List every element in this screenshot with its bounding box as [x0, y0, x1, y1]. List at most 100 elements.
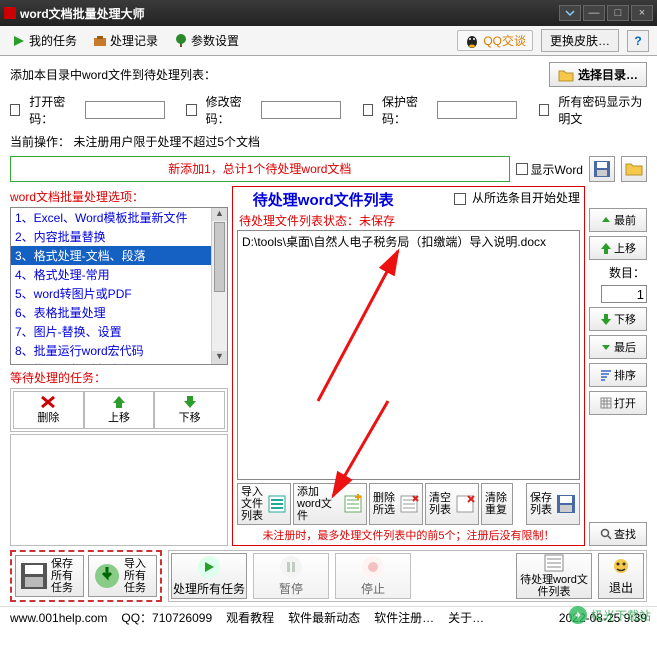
choose-dir-button[interactable]: 选择目录… [549, 62, 647, 87]
sort-icon [600, 369, 612, 381]
move-top-button[interactable]: 最前 [589, 208, 647, 232]
tab-settings[interactable]: 参数设置 [170, 30, 243, 51]
current-op-row: 当前操作： 未注册用户限于处理不超过5个文档 [0, 131, 657, 156]
import-all-tasks-button[interactable]: 导入所有任务 [88, 555, 157, 597]
help-button[interactable]: ? [627, 30, 649, 52]
down-arrow-icon [183, 395, 197, 409]
add-dir-row: 添加本目录中word文件到待处理列表： 选择目录… [0, 56, 657, 91]
titlebar: word文档批量处理大师 — □ × [0, 0, 657, 26]
wait-delete-button[interactable]: 删除 [13, 391, 84, 429]
footer-qq: QQ：710726099 [121, 609, 212, 626]
from-start-label: 从所选条目开始处理 [472, 191, 580, 205]
option-item[interactable]: 7、图片-替换、设置 [11, 322, 227, 341]
skin-button[interactable]: 更换皮肤… [541, 29, 619, 52]
minimize-button[interactable]: — [583, 5, 605, 21]
close-button[interactable]: × [631, 5, 653, 21]
delete-selected-button[interactable]: 删除所选 [369, 483, 423, 525]
folder-open-icon [625, 161, 643, 177]
qq-chat-button[interactable]: QQ交谈 [457, 30, 533, 51]
qq-icon [464, 33, 480, 49]
search-icon [600, 528, 612, 540]
option-item[interactable]: 6、表格批量处理 [11, 303, 227, 322]
dedup-button[interactable]: 清除重复 [481, 483, 513, 525]
bottom-row: 保存所有任务 导入所有任务 处理所有任务 暂停 停止 待处理word文件列表 退… [0, 546, 657, 606]
x-icon [40, 395, 56, 409]
option-item[interactable]: 5、word转图片或PDF [11, 284, 227, 303]
show-word-label: 显示Word [531, 161, 583, 178]
option-item[interactable]: 9、批量脱版/随机文字 [11, 360, 227, 365]
file-item[interactable]: D:\tools\桌面\自然人电子税务局（扣缴端）导入说明.docx [242, 233, 575, 250]
modify-pwd-input[interactable] [261, 101, 341, 119]
scroll-up-icon[interactable]: ▲ [212, 208, 227, 221]
footer-url[interactable]: www.001help.com [10, 611, 107, 625]
tab-my-tasks[interactable]: 我的任务 [8, 30, 81, 51]
open-button[interactable]: 打开 [589, 391, 647, 415]
wait-up-button[interactable]: 上移 [84, 391, 155, 429]
clear-list-button[interactable]: 清空列表 [425, 483, 479, 525]
waiting-buttons: 删除 上移 下移 [10, 388, 228, 432]
show-plain-label: 所有密码显示为明文 [558, 93, 647, 127]
waiting-list[interactable] [10, 434, 228, 546]
pending-list-button[interactable]: 待处理word文件列表 [516, 553, 592, 599]
option-item[interactable]: 3、格式处理-文档、段落 [11, 246, 227, 265]
current-op-label: 当前操作： [10, 135, 70, 149]
option-item[interactable]: 1、Excel、Word模板批量新文件 [11, 208, 227, 227]
option-item[interactable]: 2、内容批量替换 [11, 227, 227, 246]
option-item[interactable]: 4、格式处理-常用 [11, 265, 227, 284]
options-scrollbar[interactable]: ▲ ▼ [211, 208, 227, 364]
save-all-tasks-button[interactable]: 保存所有任务 [15, 555, 84, 597]
scroll-thumb[interactable] [214, 222, 225, 292]
footer-watch[interactable]: 观看教程 [226, 609, 274, 626]
from-start-checkbox[interactable] [454, 193, 466, 205]
sort-button[interactable]: 排序 [589, 363, 647, 387]
scroll-down-icon[interactable]: ▼ [212, 351, 227, 364]
count-input[interactable] [601, 285, 647, 303]
bottom-icon [600, 341, 612, 353]
top-icon [600, 214, 612, 226]
protect-pwd-input[interactable] [437, 101, 517, 119]
add-word-button[interactable]: 添加word文件 [293, 483, 367, 525]
open-icon-button[interactable] [621, 156, 647, 182]
import-filelist-button[interactable]: 导入文件列表 [237, 483, 291, 525]
exit-icon [610, 557, 632, 577]
move-up-button[interactable]: 上移 [589, 236, 647, 260]
footer-register[interactable]: 软件注册… [374, 609, 434, 626]
run-all-button[interactable]: 处理所有任务 [171, 553, 247, 599]
find-button[interactable]: 查找 [589, 522, 647, 546]
save-list-button[interactable]: 保存列表 [526, 483, 580, 525]
up-arrow-icon [112, 395, 126, 409]
footer-news[interactable]: 软件最新动态 [288, 609, 360, 626]
option-item[interactable]: 8、批量运行word宏代码 [11, 341, 227, 360]
stop-icon [366, 560, 380, 574]
open-pwd-label: 打开密码： [29, 93, 78, 127]
file-listbox[interactable]: D:\tools\桌面\自然人电子税务局（扣缴端）导入说明.docx [237, 230, 580, 480]
show-word-checkbox[interactable] [516, 163, 528, 175]
choose-dir-label: 选择目录… [578, 66, 638, 83]
wait-down-button[interactable]: 下移 [154, 391, 225, 429]
filelist-status: 待处理文件列表状态：未保存 [237, 210, 580, 229]
open-pwd-input[interactable] [85, 101, 165, 119]
footer-about[interactable]: 关于… [448, 609, 484, 626]
titlebar-extra-button[interactable] [559, 5, 581, 21]
modify-pwd-checkbox[interactable] [186, 104, 196, 116]
move-bottom-button[interactable]: 最后 [589, 335, 647, 359]
stop-button[interactable]: 停止 [335, 553, 411, 599]
list-delete-icon [399, 494, 419, 514]
move-down-button[interactable]: 下移 [589, 307, 647, 331]
exit-button[interactable]: 退出 [598, 553, 644, 599]
qq-label: QQ交谈 [483, 32, 526, 49]
play-icon [12, 34, 26, 48]
tab-history[interactable]: 处理记录 [89, 30, 162, 51]
footer: www.001help.com QQ：710726099 观看教程 软件最新动态… [0, 606, 657, 628]
up-icon [600, 242, 612, 254]
status-bar: 新添加1，总计1个待处理word文档 [10, 156, 510, 182]
maximize-button[interactable]: □ [607, 5, 629, 21]
save-icon-button[interactable] [589, 156, 615, 182]
folder-icon [558, 68, 574, 82]
open-pwd-checkbox[interactable] [10, 104, 20, 116]
options-listbox[interactable]: 1、Excel、Word模板批量新文件2、内容批量替换3、格式处理-文档、段落4… [10, 207, 228, 365]
pause-button[interactable]: 暂停 [253, 553, 329, 599]
protect-pwd-checkbox[interactable] [363, 104, 373, 116]
register-note: 未注册时，最多处理文件列表中的前5个；注册后没有限制！ [237, 526, 580, 543]
show-plain-checkbox[interactable] [539, 104, 549, 116]
